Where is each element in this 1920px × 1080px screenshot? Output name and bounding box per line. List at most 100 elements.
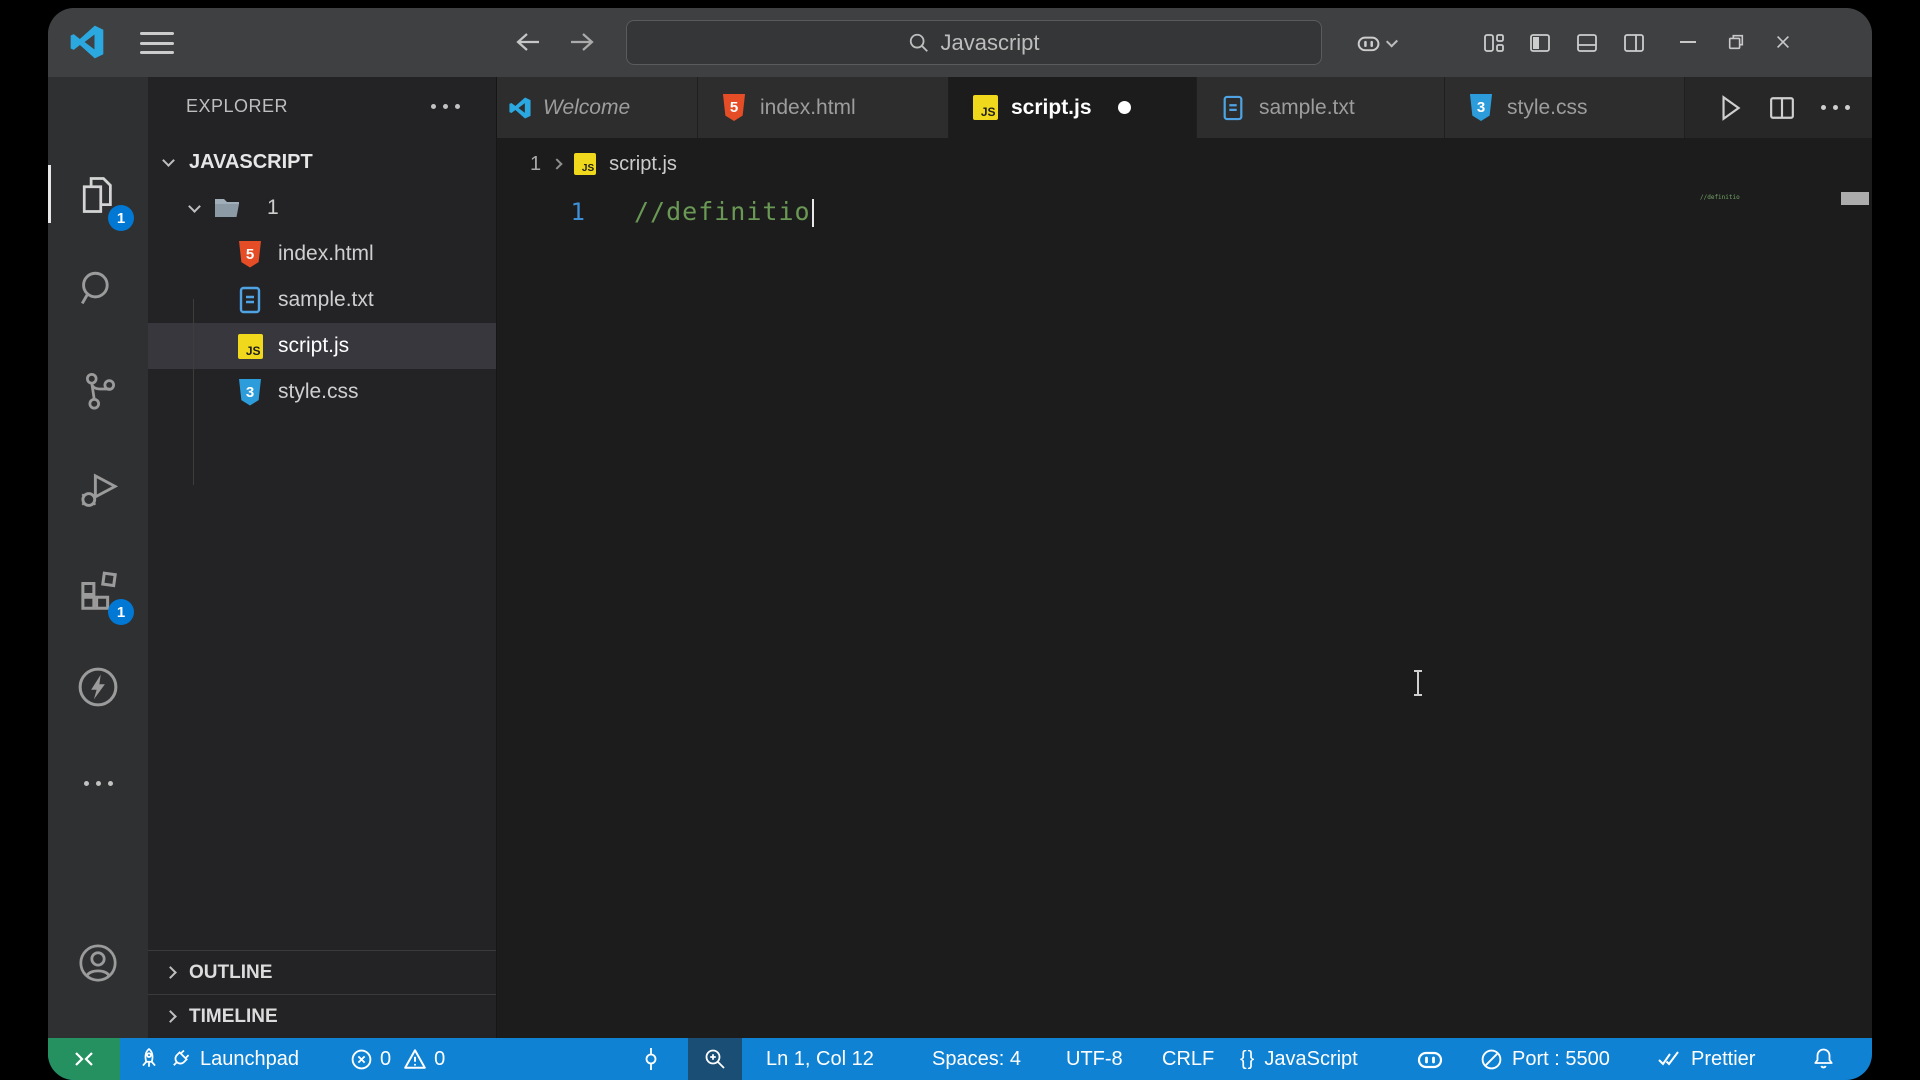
restore-icon xyxy=(1728,34,1744,50)
copilot-button[interactable] xyxy=(1356,26,1399,60)
lightning-icon xyxy=(78,667,118,707)
customize-layout-button[interactable] xyxy=(1474,26,1514,60)
breadcrumb-folder[interactable]: 1 xyxy=(530,153,541,176)
more-actions-button[interactable] xyxy=(1821,105,1850,110)
sidebar-item-extensions[interactable]: 1 xyxy=(70,561,134,625)
tab-label: script.js xyxy=(1011,95,1092,119)
launchpad-label: Launchpad xyxy=(200,1047,299,1070)
eol-button[interactable]: CRLF xyxy=(1162,1038,1214,1080)
notifications-button[interactable] xyxy=(1812,1038,1835,1080)
file-name: script.js xyxy=(278,334,350,357)
file-row-style-css[interactable]: 3 style.css xyxy=(148,369,496,415)
close-icon xyxy=(1777,36,1789,48)
accounts-button[interactable] xyxy=(70,935,126,991)
status-bar: Launchpad 0 0 Ln 1, Col 12 Spaces: 4 UTF… xyxy=(48,1038,1872,1080)
rocket-icon xyxy=(142,1048,156,1067)
breadcrumb-file[interactable]: script.js xyxy=(609,153,677,176)
launchpad-button[interactable]: Launchpad xyxy=(138,1038,299,1080)
tab-script-js[interactable]: JS script.js xyxy=(949,77,1197,138)
tab-style-css[interactable]: 3 style.css xyxy=(1445,77,1685,138)
errors-icon xyxy=(351,1049,372,1069)
timeline-label: TIMELINE xyxy=(189,1005,278,1027)
html-icon: 5 xyxy=(236,240,264,268)
prettier-button[interactable]: Prettier xyxy=(1656,1038,1755,1080)
cursor-position-button[interactable]: Ln 1, Col 12 xyxy=(766,1038,874,1080)
tab-sample-txt[interactable]: sample.txt xyxy=(1197,77,1445,138)
vscode-logo-icon xyxy=(70,25,104,59)
remote-indicator[interactable] xyxy=(48,1038,120,1080)
file-row-script-js[interactable]: JS script.js xyxy=(148,323,496,369)
zoom-indicator[interactable] xyxy=(688,1038,742,1080)
plug-icon xyxy=(173,1049,190,1066)
problems-button[interactable]: 0 0 xyxy=(350,1038,445,1080)
more-views-button[interactable] xyxy=(70,755,126,811)
explorer-badge: 1 xyxy=(108,205,134,231)
sidebar-item-explorer[interactable]: 1 xyxy=(70,167,134,231)
encoding-button[interactable]: UTF-8 xyxy=(1066,1038,1123,1080)
port-button[interactable]: Port : 5500 xyxy=(1480,1038,1610,1080)
language-mode-button[interactable]: {} JavaScript xyxy=(1240,1038,1358,1080)
minimap[interactable]: //definitio xyxy=(1700,194,1740,201)
outline-label: OUTLINE xyxy=(189,961,273,983)
tab-label: Welcome xyxy=(543,95,631,119)
navigate-forward-button[interactable] xyxy=(560,20,604,64)
commit-indicator[interactable] xyxy=(640,1038,662,1080)
account-icon xyxy=(79,944,117,982)
remote-icon xyxy=(75,1052,93,1066)
vscode-logo-icon xyxy=(509,96,531,119)
views-and-more-actions-icon[interactable] xyxy=(431,103,460,109)
file-row-sample-txt[interactable]: sample.txt xyxy=(148,277,496,323)
activity-bar: 1 1 xyxy=(48,77,148,1080)
warnings-icon xyxy=(404,1049,426,1069)
search-icon xyxy=(910,33,929,52)
breadcrumb[interactable]: 1 JS script.js xyxy=(497,138,1872,190)
tab-welcome[interactable]: Welcome xyxy=(497,77,698,138)
file-name: style.css xyxy=(278,380,359,403)
code-area[interactable]: 1 //definitio //definitio xyxy=(497,190,1872,1038)
timeline-section[interactable]: TIMELINE xyxy=(148,994,496,1038)
panel-right-icon xyxy=(1624,34,1644,52)
copilot-status-button[interactable] xyxy=(1416,1038,1444,1080)
js-icon: JS xyxy=(236,332,264,360)
explorer-header: EXPLORER xyxy=(148,89,496,123)
indentation-button[interactable]: Spaces: 4 xyxy=(932,1038,1021,1080)
text-cursor xyxy=(811,199,815,227)
search-icon xyxy=(80,271,109,305)
chevron-right-icon xyxy=(164,1010,177,1023)
folder-row[interactable]: 1 xyxy=(148,185,496,231)
sidebar-item-run-debug[interactable] xyxy=(70,461,126,517)
toggle-panel-button[interactable] xyxy=(1567,26,1607,60)
scrollbar-thumb[interactable] xyxy=(1841,192,1869,205)
restore-button[interactable] xyxy=(1714,22,1758,62)
sidebar-item-source-control[interactable] xyxy=(70,362,126,418)
tab-label: index.html xyxy=(760,95,856,119)
close-button[interactable] xyxy=(1761,22,1805,62)
command-center-search[interactable]: Javascript xyxy=(626,20,1322,65)
tab-label: sample.txt xyxy=(1259,95,1355,119)
file-row-index-html[interactable]: 5 index.html xyxy=(148,231,496,277)
workspace-row[interactable]: JAVASCRIPT xyxy=(148,139,496,185)
chevron-down-icon xyxy=(162,153,175,167)
tab-bar: Welcome 5 index.html JS script.js sample… xyxy=(497,77,1872,138)
sidebar-item-live-server[interactable] xyxy=(70,659,126,715)
css-icon: 3 xyxy=(1467,94,1495,122)
navigate-back-button[interactable] xyxy=(506,20,550,64)
minimize-button[interactable] xyxy=(1666,22,1710,62)
split-editor-button[interactable] xyxy=(1769,95,1795,121)
explorer-sidebar: EXPLORER JAVASCRIPT 1 5 index.html sampl… xyxy=(148,77,497,1038)
menu-hamburger-icon[interactable] xyxy=(140,30,174,56)
unsaved-dot-icon[interactable] xyxy=(1117,101,1131,114)
warning-count: 0 xyxy=(434,1047,446,1070)
file-name: sample.txt xyxy=(278,288,374,311)
tab-index-html[interactable]: 5 index.html xyxy=(698,77,949,138)
file-tree: JAVASCRIPT 1 5 index.html sample.txt JS … xyxy=(148,139,496,485)
sidebar-bottom-sections: OUTLINE TIMELINE xyxy=(148,950,496,1038)
chevron-right-icon xyxy=(164,966,177,979)
sidebar-item-search[interactable] xyxy=(70,261,126,317)
toggle-secondary-sidebar-button[interactable] xyxy=(1614,26,1654,60)
toggle-primary-sidebar-button[interactable] xyxy=(1520,26,1560,60)
chevron-right-icon xyxy=(551,158,563,170)
code-text: //definitio xyxy=(634,197,815,227)
run-file-button[interactable] xyxy=(1717,94,1743,122)
outline-section[interactable]: OUTLINE xyxy=(148,950,496,994)
